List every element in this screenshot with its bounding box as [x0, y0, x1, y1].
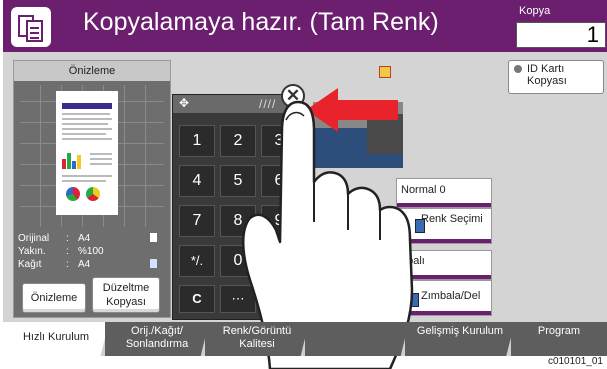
tab-quick-setup[interactable]: Hızlı Kurulum	[3, 322, 109, 356]
copies-label: Kopya	[519, 5, 551, 17]
key-clear[interactable]: C	[179, 285, 215, 313]
move-icon[interactable]: ✥	[179, 96, 189, 110]
status-title: Kopyalamaya hazır. (Tam Renk)	[83, 8, 439, 36]
preview-button[interactable]: Önizleme	[22, 283, 86, 313]
copies-input[interactable]: 1	[516, 22, 606, 48]
tab-program[interactable]: Program	[511, 322, 607, 356]
key-4[interactable]: 4	[179, 165, 215, 197]
preview-panel: Önizleme Orijinal: A4 Yakın.: %100 Kağ…	[13, 60, 171, 318]
tab-advanced-setup[interactable]: Gelişmiş Kurulum	[405, 322, 515, 356]
tab-original-paper-finishing[interactable]: Orij./Kağıt/ Sonlandırma	[105, 322, 209, 356]
copy-app-icon[interactable]	[11, 7, 51, 47]
paper-tray-icon	[150, 259, 157, 268]
header-bar: Kopyalamaya hazır. (Tam Renk) Kopya 1	[3, 0, 607, 52]
preview-heading: Önizleme	[14, 61, 170, 81]
paper-icon	[379, 66, 391, 78]
radio-icon	[514, 65, 522, 73]
tab-color-image-quality[interactable]: Renk/Görüntü Kalitesi	[205, 322, 309, 356]
preview-area	[20, 85, 164, 227]
page-icon	[150, 233, 157, 242]
key-7[interactable]: 7	[179, 205, 215, 237]
figure-reference: c010101_01	[547, 356, 603, 367]
key-1[interactable]: 1	[179, 125, 215, 157]
id-card-copy-button[interactable]: ID Kartı Kopyası	[508, 60, 604, 94]
edit-copy-button[interactable]: Düzeltme Kopyası	[92, 277, 160, 313]
tab-layout-edit[interactable]	[305, 322, 409, 356]
page-preview-image	[56, 91, 118, 215]
tab-bar: Hızlı Kurulum Orij./Kağıt/ Sonlandırma R…	[3, 322, 607, 356]
key-star-dot[interactable]: */.	[179, 245, 215, 277]
